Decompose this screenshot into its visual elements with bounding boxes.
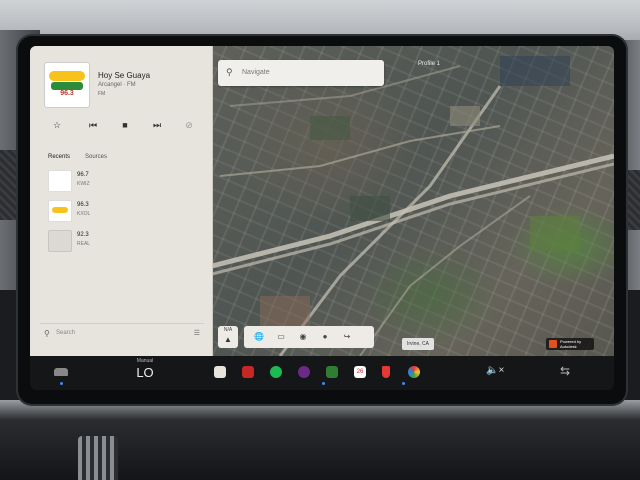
camera-icon[interactable] [242, 366, 254, 378]
station-call-sign: REAL [77, 241, 91, 247]
spotify-icon[interactable] [270, 366, 282, 378]
stop-icon[interactable]: ■ [118, 118, 132, 132]
route-icon[interactable]: ↪ [340, 330, 354, 344]
album-art: 96.3 [44, 62, 90, 108]
compass-arrow-icon: ▲ [224, 335, 232, 344]
touchscreen: ⚲ Navigate Profile 1 N/A ▲ 🌐 ▭ ◉ ● ↪ Irv… [30, 46, 614, 390]
podcast-icon[interactable] [298, 366, 310, 378]
navigate-search-bar[interactable]: ⚲ Navigate [218, 60, 384, 86]
map-tools-bar: 🌐 ▭ ◉ ● ↪ [244, 326, 374, 348]
band-label: FM [98, 91, 106, 97]
climate-mode-label: Manual [136, 358, 154, 364]
map-attribution-text: Powered by Autodesk [560, 339, 582, 349]
station-call-sign: KWIZ [77, 181, 90, 187]
playback-controls: ☆ ⏮ ■ ⏭ ⊘ [50, 118, 200, 132]
active-dot [60, 382, 63, 385]
scan-icon[interactable]: ⊘ [182, 118, 196, 132]
media-app-icon[interactable] [214, 366, 226, 378]
location-label: Irvine, CA [402, 338, 434, 350]
pin-icon[interactable]: ◉ [296, 330, 310, 344]
game-icon[interactable] [326, 366, 338, 378]
station-frequency: 96.3 [77, 202, 89, 208]
next-icon[interactable]: ⏭ [150, 118, 164, 132]
album-logo-top [49, 71, 85, 81]
search-icon: ⚲ [226, 67, 233, 77]
equalizer-icon[interactable]: ☰ [194, 329, 200, 337]
toybox-icon[interactable] [408, 366, 420, 378]
compass-label: N/A [223, 327, 233, 333]
pedal [78, 436, 118, 480]
station-frequency: 96.7 [77, 172, 89, 178]
station-item[interactable]: 92.3 REAL [48, 230, 198, 254]
trash-icon[interactable]: ▭ [274, 330, 288, 344]
favorite-star-icon[interactable]: ☆ [50, 118, 64, 132]
charging-icon[interactable]: ● [318, 330, 332, 344]
tab-sources[interactable]: Sources [85, 154, 107, 160]
previous-icon[interactable]: ⏮ [86, 118, 100, 132]
station-logo [48, 200, 72, 222]
active-dot [402, 382, 405, 385]
station-item[interactable]: 96.7 KWIZ [48, 170, 198, 194]
search-icon: ⚲ [44, 329, 50, 338]
compass-button[interactable]: N/A ▲ [218, 326, 238, 348]
media-panel: 96.3 Hoy Se Guaya Arcangel · FM FM ☆ ⏮ ■… [30, 46, 213, 356]
station-logo [48, 170, 72, 192]
station-frequency: 92.3 [77, 232, 89, 238]
globe-icon[interactable]: 🌐 [252, 330, 266, 344]
autodesk-logo-icon [549, 340, 557, 348]
notification-icon[interactable] [382, 366, 390, 378]
taskbar: Manual LO 26 🔈× ⇆ [30, 356, 614, 390]
active-dot [322, 382, 325, 385]
media-search-bar[interactable]: ⚲ Search ☰ [40, 323, 204, 344]
profile-status[interactable]: Profile 1 [418, 61, 440, 67]
station-item[interactable]: 96.3 KXOL [48, 200, 198, 224]
map-attribution-badge: Powered by Autodesk [546, 338, 594, 350]
media-search-placeholder: Search [56, 330, 76, 336]
station-call-sign: KXOL [77, 211, 91, 217]
album-logo-mid [51, 82, 83, 90]
station-placeholder-icon [48, 230, 72, 252]
station-logo-mark [52, 207, 68, 213]
song-artist: Arcangel · FM [98, 82, 136, 88]
car-icon[interactable] [54, 368, 68, 376]
volume-mute-icon[interactable]: 🔈× [486, 365, 504, 376]
album-logo-text: 96.3 [60, 90, 74, 97]
calendar-icon[interactable]: 26 [354, 366, 366, 378]
navigate-placeholder: Navigate [242, 69, 270, 76]
swap-panels-icon[interactable]: ⇆ [560, 364, 570, 378]
climate-temperature[interactable]: LO [130, 365, 160, 380]
tab-recents[interactable]: Recents [48, 154, 70, 160]
song-title: Hoy Se Guaya [98, 71, 151, 80]
